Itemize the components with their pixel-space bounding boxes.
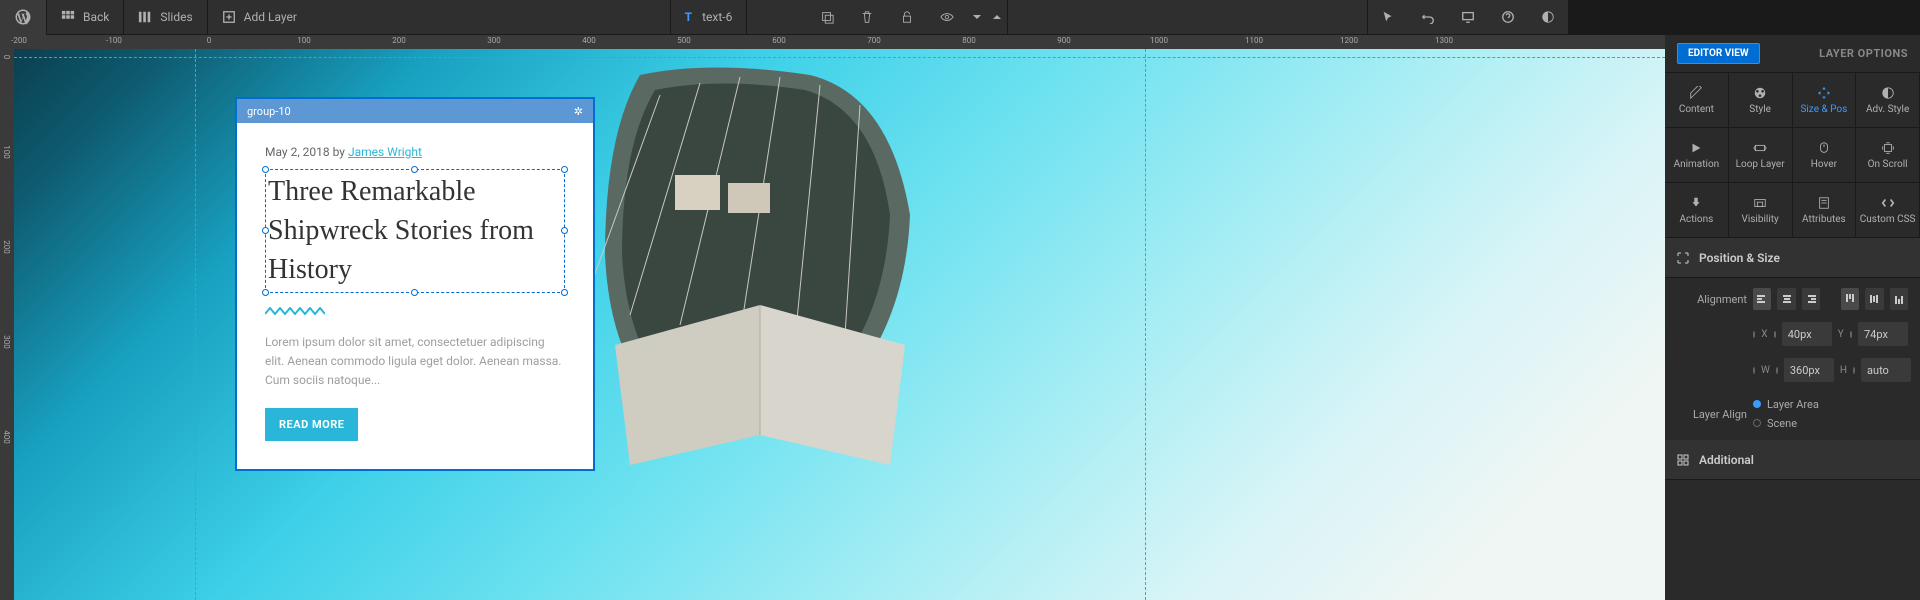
link-wh[interactable] xyxy=(1753,367,1755,374)
resize-handle[interactable] xyxy=(561,289,568,296)
add-layer-button[interactable]: Add Layer xyxy=(208,0,311,35)
undo-button[interactable] xyxy=(1408,0,1448,35)
link-xy[interactable] xyxy=(1753,331,1755,338)
y-input[interactable] xyxy=(1858,322,1908,346)
tab-animation[interactable]: Animation xyxy=(1665,128,1729,183)
delete-button[interactable] xyxy=(847,0,887,35)
section-position-size[interactable]: Position & Size xyxy=(1665,238,1920,278)
link-h2[interactable] xyxy=(1853,367,1855,374)
alignment-label: Alignment xyxy=(1677,293,1747,306)
back-button[interactable]: Back xyxy=(47,0,123,35)
x-input[interactable] xyxy=(1782,322,1832,346)
pointer-tool[interactable] xyxy=(1368,0,1408,35)
resize-handle[interactable] xyxy=(411,289,418,296)
tab-loop-layer[interactable]: Loop Layer xyxy=(1729,128,1793,183)
wordpress-icon[interactable] xyxy=(0,0,46,35)
ruler-horizontal[interactable]: -200-10001002003004005006007008009001000… xyxy=(14,35,1665,49)
link-w2[interactable] xyxy=(1776,367,1778,374)
group-gear-icon[interactable]: ✲ xyxy=(574,105,583,118)
section-additional[interactable]: Additional xyxy=(1665,440,1920,480)
align-center-v[interactable] xyxy=(1865,288,1883,310)
align-center-h[interactable] xyxy=(1777,288,1795,310)
layer-name: text-6 xyxy=(702,10,732,24)
chevron-down-icon[interactable] xyxy=(967,0,987,35)
selected-text-layer[interactable]: Three Remarkable Shipwreck Stories from … xyxy=(265,169,565,293)
add-layer-label: Add Layer xyxy=(244,10,297,24)
resize-handle[interactable] xyxy=(262,166,269,173)
tab-on-scroll[interactable]: On Scroll xyxy=(1856,128,1920,183)
ruler-vertical[interactable]: 0100200300400 xyxy=(0,49,14,600)
resize-handle[interactable] xyxy=(561,166,568,173)
grid-icon xyxy=(61,10,75,24)
resize-handle[interactable] xyxy=(411,166,418,173)
resize-handle[interactable] xyxy=(262,227,269,234)
align-bottom[interactable] xyxy=(1890,288,1908,310)
lock-button[interactable] xyxy=(887,0,927,35)
tab-custom-css[interactable]: Custom CSS xyxy=(1856,183,1920,238)
slides-button[interactable]: Slides xyxy=(124,0,206,35)
group-label: group-10 xyxy=(247,105,291,118)
selected-layer-indicator: T text-6 xyxy=(671,10,747,24)
back-label: Back xyxy=(83,10,109,24)
tab-adv-style[interactable]: Adv. Style xyxy=(1856,73,1920,128)
align-right[interactable] xyxy=(1802,288,1820,310)
layer-align-label: Layer Align xyxy=(1677,408,1747,421)
tab-attributes[interactable]: Attributes xyxy=(1793,183,1857,238)
post-meta: May 2, 2018 by James Wright xyxy=(265,145,565,159)
tab-actions[interactable]: Actions xyxy=(1665,183,1729,238)
align-top[interactable] xyxy=(1841,288,1859,310)
author-link[interactable]: James Wright xyxy=(348,145,422,159)
tab-style[interactable]: Style xyxy=(1729,73,1793,128)
content-card[interactable]: group-10 ✲ May 2, 2018 by James Wright T… xyxy=(235,97,595,471)
link-y2[interactable] xyxy=(1850,331,1852,338)
resize-handle[interactable] xyxy=(262,289,269,296)
guide-vertical[interactable] xyxy=(195,49,196,600)
read-more-button[interactable]: READ MORE xyxy=(265,408,358,441)
text-layer-icon: T xyxy=(685,10,692,24)
tab-content[interactable]: Content xyxy=(1665,73,1729,128)
by-label: by xyxy=(333,145,345,159)
editor-view-button[interactable]: EDITOR VIEW xyxy=(1677,43,1760,64)
expand-icon xyxy=(1677,252,1689,264)
align-left[interactable] xyxy=(1753,288,1771,310)
visibility-button[interactable] xyxy=(927,0,967,35)
h-input[interactable] xyxy=(1861,358,1911,382)
more-button[interactable] xyxy=(987,0,1007,35)
zigzag-divider xyxy=(265,307,325,315)
layer-options-label[interactable]: LAYER OPTIONS xyxy=(1819,47,1908,60)
post-date: May 2, 2018 xyxy=(265,145,330,159)
post-excerpt: Lorem ipsum dolor sit amet, consectetuer… xyxy=(265,333,565,391)
slides-label: Slides xyxy=(160,10,192,24)
grid-icon xyxy=(1677,454,1689,466)
help-button[interactable] xyxy=(1488,0,1528,35)
duplicate-button[interactable] xyxy=(807,0,847,35)
add-layer-icon xyxy=(222,10,236,24)
resize-handle[interactable] xyxy=(561,227,568,234)
slides-icon xyxy=(138,10,152,24)
group-header[interactable]: group-10 ✲ xyxy=(237,99,593,123)
contrast-button[interactable] xyxy=(1528,0,1568,35)
post-title[interactable]: Three Remarkable Shipwreck Stories from … xyxy=(268,172,562,290)
w-input[interactable] xyxy=(1784,358,1834,382)
boat-graphic xyxy=(560,55,970,475)
scene-radio[interactable]: Scene xyxy=(1753,417,1819,430)
layer-area-radio[interactable]: Layer Area xyxy=(1753,398,1819,411)
link-x2[interactable] xyxy=(1774,331,1776,338)
tab-visibility[interactable]: Visibility xyxy=(1729,183,1793,238)
guide-vertical[interactable] xyxy=(1145,49,1146,600)
tab-size-pos[interactable]: Size & Pos xyxy=(1793,73,1857,128)
preview-button[interactable] xyxy=(1448,0,1488,35)
tab-hover[interactable]: Hover xyxy=(1793,128,1857,183)
